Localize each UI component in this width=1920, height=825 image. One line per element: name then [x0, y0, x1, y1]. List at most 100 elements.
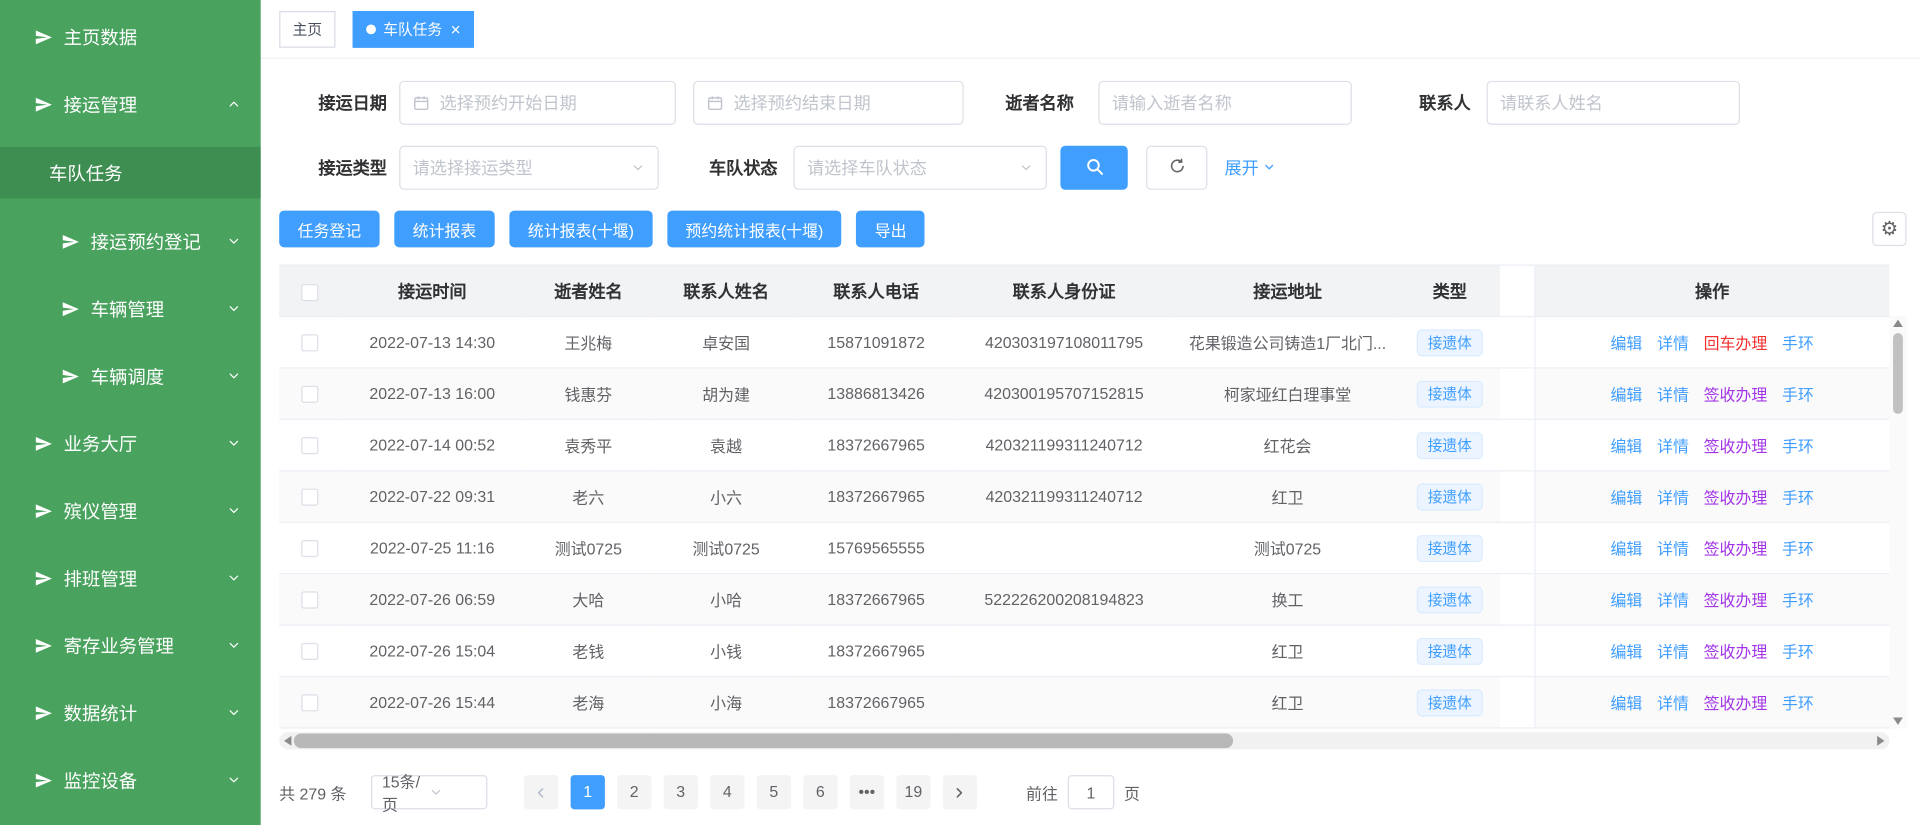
action-details[interactable]: 详情 [1657, 643, 1689, 661]
action-sign-receive[interactable]: 签收办理 [1704, 540, 1768, 558]
toolbar-button-0[interactable]: 任务登记 [279, 211, 379, 248]
action-wristband[interactable]: 手环 [1782, 489, 1814, 507]
toolbar-button-3[interactable]: 预约统计报表(十堰) [667, 211, 842, 248]
action-wristband[interactable]: 手环 [1782, 540, 1814, 558]
action-edit[interactable]: 编辑 [1610, 386, 1642, 404]
row-checkbox[interactable] [301, 643, 318, 660]
action-sign-receive[interactable]: 签收办理 [1704, 489, 1768, 507]
page-size-select[interactable]: 15条/页 [371, 775, 487, 809]
action-wristband[interactable]: 手环 [1782, 437, 1814, 455]
action-sign-receive[interactable]: 签收办理 [1704, 643, 1768, 661]
date-end-field[interactable] [733, 93, 950, 113]
search-button[interactable] [1060, 146, 1127, 190]
action-details[interactable]: 详情 [1657, 591, 1689, 609]
page-button-2[interactable]: 2 [617, 775, 651, 809]
action-details[interactable]: 详情 [1657, 386, 1689, 404]
action-details[interactable]: 详情 [1657, 540, 1689, 558]
row-checkbox[interactable] [301, 386, 318, 403]
table-cell: 18372667965 [800, 574, 953, 625]
sidebar-item[interactable]: 数据统计 [0, 688, 261, 737]
sidebar-item[interactable]: 殡仪管理 [0, 486, 261, 535]
action-wristband[interactable]: 手环 [1782, 591, 1814, 609]
action-return-car[interactable]: 回车办理 [1704, 334, 1768, 352]
sidebar-item[interactable]: 车队任务 [0, 147, 261, 198]
action-wristband[interactable]: 手环 [1782, 386, 1814, 404]
contact-name-field[interactable] [1500, 93, 1727, 113]
expand-toggle[interactable]: 展开 [1224, 156, 1275, 180]
sidebar-item[interactable]: 监控设备 [0, 756, 261, 805]
action-details[interactable]: 详情 [1657, 489, 1689, 507]
toolbar-button-2[interactable]: 统计报表(十堰) [509, 211, 652, 248]
page-button-5[interactable]: 5 [757, 775, 791, 809]
row-checkbox[interactable] [301, 335, 318, 352]
toolbar-button-1[interactable]: 统计报表 [394, 211, 494, 248]
page-button-19[interactable]: 19 [896, 775, 930, 809]
action-sign-receive[interactable]: 签收办理 [1704, 386, 1768, 404]
action-details[interactable]: 详情 [1657, 437, 1689, 455]
next-page-button[interactable] [943, 775, 977, 809]
deceased-name-field[interactable] [1112, 93, 1339, 113]
vertical-scrollbar[interactable] [1889, 316, 1906, 729]
scroll-left-arrow[interactable] [284, 736, 291, 746]
action-details[interactable]: 详情 [1657, 694, 1689, 712]
scroll-up-arrow[interactable] [1893, 320, 1903, 327]
action-wristband[interactable]: 手环 [1782, 694, 1814, 712]
calendar-icon [707, 94, 724, 111]
vertical-scroll-thumb[interactable] [1893, 333, 1903, 414]
action-edit[interactable]: 编辑 [1610, 334, 1642, 352]
action-sign-receive[interactable]: 签收办理 [1704, 437, 1768, 455]
sidebar-item[interactable]: 主页数据 [0, 12, 261, 61]
row-checkbox[interactable] [301, 489, 318, 506]
action-edit[interactable]: 编辑 [1610, 643, 1642, 661]
select-all-checkbox[interactable] [301, 284, 318, 301]
page-button-6[interactable]: 6 [803, 775, 837, 809]
row-checkbox[interactable] [301, 540, 318, 557]
action-edit[interactable]: 编辑 [1610, 591, 1642, 609]
action-edit[interactable]: 编辑 [1610, 489, 1642, 507]
action-edit[interactable]: 编辑 [1610, 437, 1642, 455]
filter-label-deceased: 逝者名称 [1005, 91, 1074, 115]
column-settings-button[interactable]: ⚙ [1872, 212, 1906, 246]
page-button-1[interactable]: 1 [571, 775, 605, 809]
row-checkbox[interactable] [301, 592, 318, 609]
prev-page-button[interactable] [524, 775, 558, 809]
action-edit[interactable]: 编辑 [1610, 694, 1642, 712]
row-checkbox[interactable] [301, 695, 318, 712]
action-wristband[interactable]: 手环 [1782, 334, 1814, 352]
scroll-right-arrow[interactable] [1877, 736, 1884, 746]
date-start-field[interactable] [440, 93, 663, 113]
sidebar-item[interactable]: 寄存业务管理 [0, 621, 261, 670]
refresh-button[interactable] [1146, 146, 1207, 190]
row-checkbox[interactable] [301, 437, 318, 454]
contact-name-input[interactable] [1487, 81, 1740, 125]
page-button-4[interactable]: 4 [710, 775, 744, 809]
action-sign-receive[interactable]: 签收办理 [1704, 694, 1768, 712]
page-button-3[interactable]: 3 [664, 775, 698, 809]
sidebar-item[interactable]: 车辆管理 [0, 284, 261, 333]
action-wristband[interactable]: 手环 [1782, 643, 1814, 661]
sidebar-item[interactable]: 接运管理 [0, 80, 261, 129]
table-cell: 红卫 [1176, 677, 1400, 728]
horizontal-scrollbar[interactable] [279, 732, 1889, 749]
action-edit[interactable]: 编辑 [1610, 540, 1642, 558]
transport-type-select[interactable]: 请选择接运类型 [399, 146, 659, 190]
sidebar-item[interactable]: 接运预约登记 [0, 217, 261, 266]
tab-home[interactable]: 主页 [279, 10, 335, 47]
sidebar-item[interactable]: 排班管理 [0, 553, 261, 602]
sidebar-item[interactable]: 车辆调度 [0, 351, 261, 400]
toolbar-button-4[interactable]: 导出 [856, 211, 925, 248]
action-details[interactable]: 详情 [1657, 334, 1689, 352]
page-ellipsis[interactable]: ••• [850, 775, 884, 809]
goto-page-input[interactable] [1068, 775, 1115, 809]
fleet-status-select[interactable]: 请选择车队状态 [793, 146, 1046, 190]
table-cell: 卓安国 [653, 317, 800, 368]
deceased-name-input[interactable] [1098, 81, 1351, 125]
close-icon[interactable]: × [451, 20, 461, 37]
horizontal-scroll-thumb[interactable] [294, 733, 1233, 748]
date-start-input[interactable] [399, 81, 676, 125]
action-sign-receive[interactable]: 签收办理 [1704, 591, 1768, 609]
sidebar-item[interactable]: 业务大厅 [0, 419, 261, 468]
date-end-input[interactable] [693, 81, 964, 125]
tab-fleet-tasks[interactable]: 车队任务 × [353, 10, 474, 47]
scroll-down-arrow[interactable] [1893, 718, 1903, 725]
